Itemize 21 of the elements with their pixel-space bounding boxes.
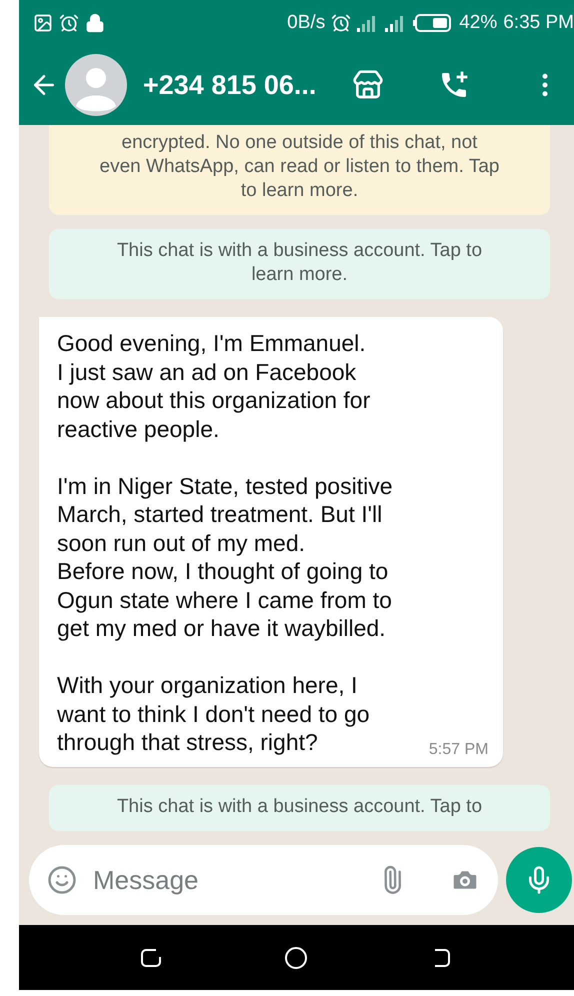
gallery-icon	[33, 12, 53, 32]
business-notice[interactable]: This chat is with a business account. Tap to learn more.	[49, 229, 550, 299]
avatar-icon[interactable]	[65, 54, 127, 116]
message-input[interactable]: Message	[91, 864, 364, 896]
encryption-notice[interactable]: encrypted. No one outside of this chat, not even WhatsApp, can read or listen to them. Tap to learn more.	[49, 125, 550, 215]
recents-icon[interactable]	[140, 946, 162, 968]
message-time: 5:57 PM	[428, 740, 488, 758]
alarm-icon	[331, 12, 352, 32]
battery-percent: 42%	[459, 12, 498, 34]
store-icon[interactable]	[352, 69, 384, 101]
message-text: Good evening, I'm Emmanuel. I just saw an ad on Facebook now about this organization for reactive people. I'm in Niger State, tested positive March, started treatment. But I'll soon run out of my med. Before now, I thought of going to Ogun state where I came from to get my med or have it waybilled. With your organization here, I want to think I don't need to go through that stress, right?	[57, 330, 392, 755]
contact-name[interactable]: +234 815 06...	[143, 70, 316, 100]
battery-icon	[413, 14, 454, 32]
emoji-icon[interactable]	[47, 865, 77, 895]
home-icon[interactable]	[284, 946, 308, 970]
lock-icon	[85, 12, 105, 32]
alarm-icon	[59, 12, 79, 32]
clock-time: 6:35 PM	[503, 12, 574, 34]
message-field[interactable]: Message	[29, 845, 498, 915]
network-speed: 0B/s	[287, 12, 326, 34]
business-notice[interactable]: This chat is with a business account. Tap to	[49, 784, 550, 830]
